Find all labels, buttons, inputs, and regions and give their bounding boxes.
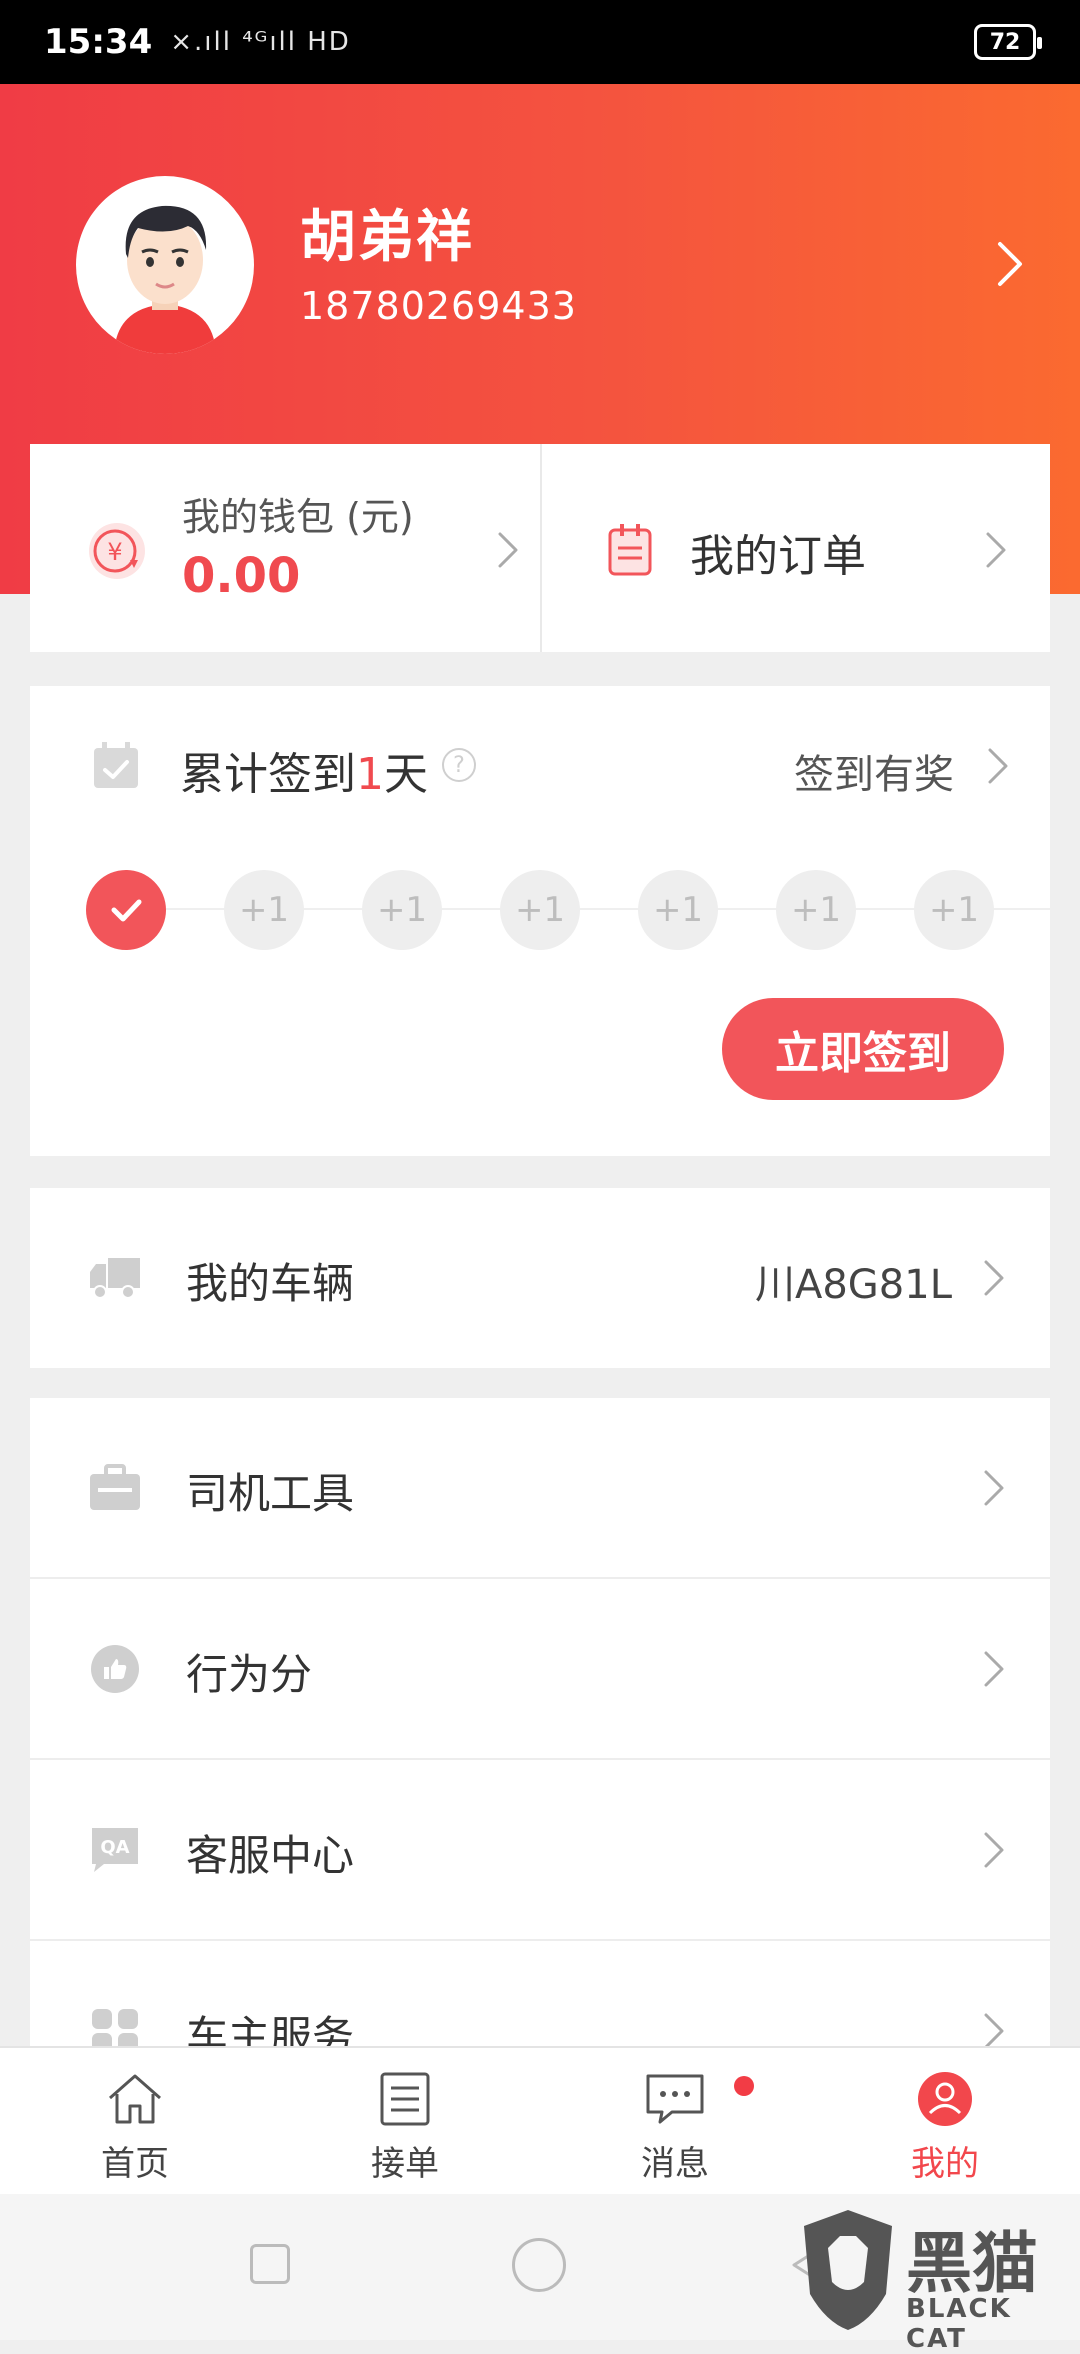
tab-label: 接单 <box>371 2144 439 2184</box>
message-icon <box>646 2074 704 2124</box>
calendar-check-icon <box>94 742 138 788</box>
chevron-right-icon <box>984 1470 1004 1506</box>
user-name: 胡弟祥 <box>300 205 474 270</box>
signin-day-bonus: +1 <box>224 870 304 950</box>
chevron-right-icon <box>984 1651 1004 1687</box>
status-bar: 15:34 ×.ıll ⁴ᴳıll HD 72 <box>0 0 1080 84</box>
question-icon[interactable]: ? <box>442 748 476 782</box>
chevron-right-icon <box>984 2013 1004 2046</box>
user-phone: 18780269433 <box>300 284 577 328</box>
thumbs-up-icon <box>91 1645 139 1693</box>
truck-icon <box>90 1258 140 1299</box>
toolbox-icon <box>90 1464 140 1510</box>
signin-day-bonus: +1 <box>362 870 442 950</box>
signin-day-checked <box>86 870 166 950</box>
tab-label: 我的 <box>911 2144 979 2184</box>
list-icon <box>380 2072 430 2126</box>
menu-item-label: 客服中心 <box>186 1831 355 1880</box>
check-icon <box>111 899 142 922</box>
menu-item-owner-service[interactable]: 车主服务 <box>30 1941 1050 2046</box>
user-icon <box>918 2072 972 2126</box>
vehicle-entry[interactable]: 我的车辆 川A8G81L <box>30 1188 1050 1368</box>
menu-item-label: 司机工具 <box>186 1469 355 1518</box>
unread-badge <box>734 2076 754 2096</box>
chevron-right-icon[interactable] <box>988 234 1032 294</box>
avatar[interactable] <box>76 176 254 354</box>
wallet-entry[interactable]: ¥ 我的钱包 (元) 0.00 <box>30 444 540 652</box>
battery-icon: 72 <box>974 24 1042 60</box>
qa-icon: QA <box>92 1828 138 1872</box>
orders-entry[interactable]: 我的订单 <box>540 444 1050 652</box>
menu-item-label: 行为分 <box>186 1650 313 1699</box>
watermark-main: 黑猫 <box>906 2225 1038 2302</box>
tab-orders[interactable]: 接单 <box>270 2048 540 2194</box>
bottom-tab-bar: 首页 接单 消息 我的 <box>0 2046 1080 2194</box>
home-icon <box>109 2074 161 2124</box>
home-button[interactable] <box>512 2238 566 2292</box>
signin-title: 累计签到1天 <box>180 738 428 802</box>
signin-day-bonus: +1 <box>776 870 856 950</box>
menu-item-label: 车主服务 <box>186 2012 355 2046</box>
avatar-illustration-icon <box>114 205 216 354</box>
orders-label: 我的订单 <box>690 531 866 582</box>
signal-indicators: ×.ıll ⁴ᴳıll HD <box>170 27 351 57</box>
signin-button[interactable]: 立即签到 <box>722 998 1004 1100</box>
grid-service-icon <box>92 2009 138 2046</box>
wallet-balance: 0.00 <box>182 548 301 604</box>
chevron-right-icon[interactable] <box>984 744 1012 788</box>
signin-day-bonus: +1 <box>914 870 994 950</box>
wallet-label: 我的钱包 (元) <box>182 495 414 539</box>
signin-day-bonus: +1 <box>638 870 718 950</box>
signin-days: 1 <box>356 749 384 800</box>
chevron-right-icon <box>498 532 518 568</box>
signin-title-prefix: 累计签到 <box>180 749 356 800</box>
tab-label: 消息 <box>641 2144 709 2184</box>
menu-list: 司机工具 行为分 QA 客服中心 车主服务 <box>30 1398 1050 2046</box>
watermark-sub: BLACK CAT <box>906 2294 1012 2354</box>
tab-messages[interactable]: 消息 <box>540 2048 810 2194</box>
order-clipboard-icon <box>608 524 652 576</box>
svg-text:QA: QA <box>100 1837 129 1858</box>
system-nav-bar: 黑猫 BLACK CAT <box>0 2194 1080 2354</box>
signin-title-suffix: 天 <box>384 749 428 800</box>
wallet-yuan-icon: ¥ <box>89 523 145 579</box>
chevron-right-icon <box>984 1260 1004 1296</box>
chevron-right-icon <box>986 532 1006 568</box>
recent-apps-button[interactable] <box>250 2244 290 2284</box>
cat-shield-icon <box>804 2210 892 2330</box>
tab-profile[interactable]: 我的 <box>810 2048 1080 2194</box>
vehicle-plate: 川A8G81L <box>755 1262 952 1308</box>
chevron-right-icon <box>984 1832 1004 1868</box>
signin-reward-link[interactable]: 签到有奖 <box>794 742 954 800</box>
menu-item-customer-service[interactable]: QA 客服中心 <box>30 1760 1050 1941</box>
menu-item-behavior-score[interactable]: 行为分 <box>30 1579 1050 1760</box>
menu-item-driver-tools[interactable]: 司机工具 <box>30 1398 1050 1579</box>
tab-label: 首页 <box>101 2144 169 2184</box>
watermark: 黑猫 BLACK CAT <box>798 2204 1068 2354</box>
signin-card: 累计签到1天 ? 签到有奖 +1 +1 +1 +1 +1 +1 立即签到 <box>30 686 1050 1156</box>
wallet-orders-card: ¥ 我的钱包 (元) 0.00 我的订单 <box>30 444 1050 652</box>
signin-day-bonus: +1 <box>500 870 580 950</box>
status-time: 15:34 <box>44 22 153 62</box>
tab-home[interactable]: 首页 <box>0 2048 270 2194</box>
svg-text:¥: ¥ <box>107 538 122 566</box>
vehicle-label: 我的车辆 <box>186 1259 355 1308</box>
